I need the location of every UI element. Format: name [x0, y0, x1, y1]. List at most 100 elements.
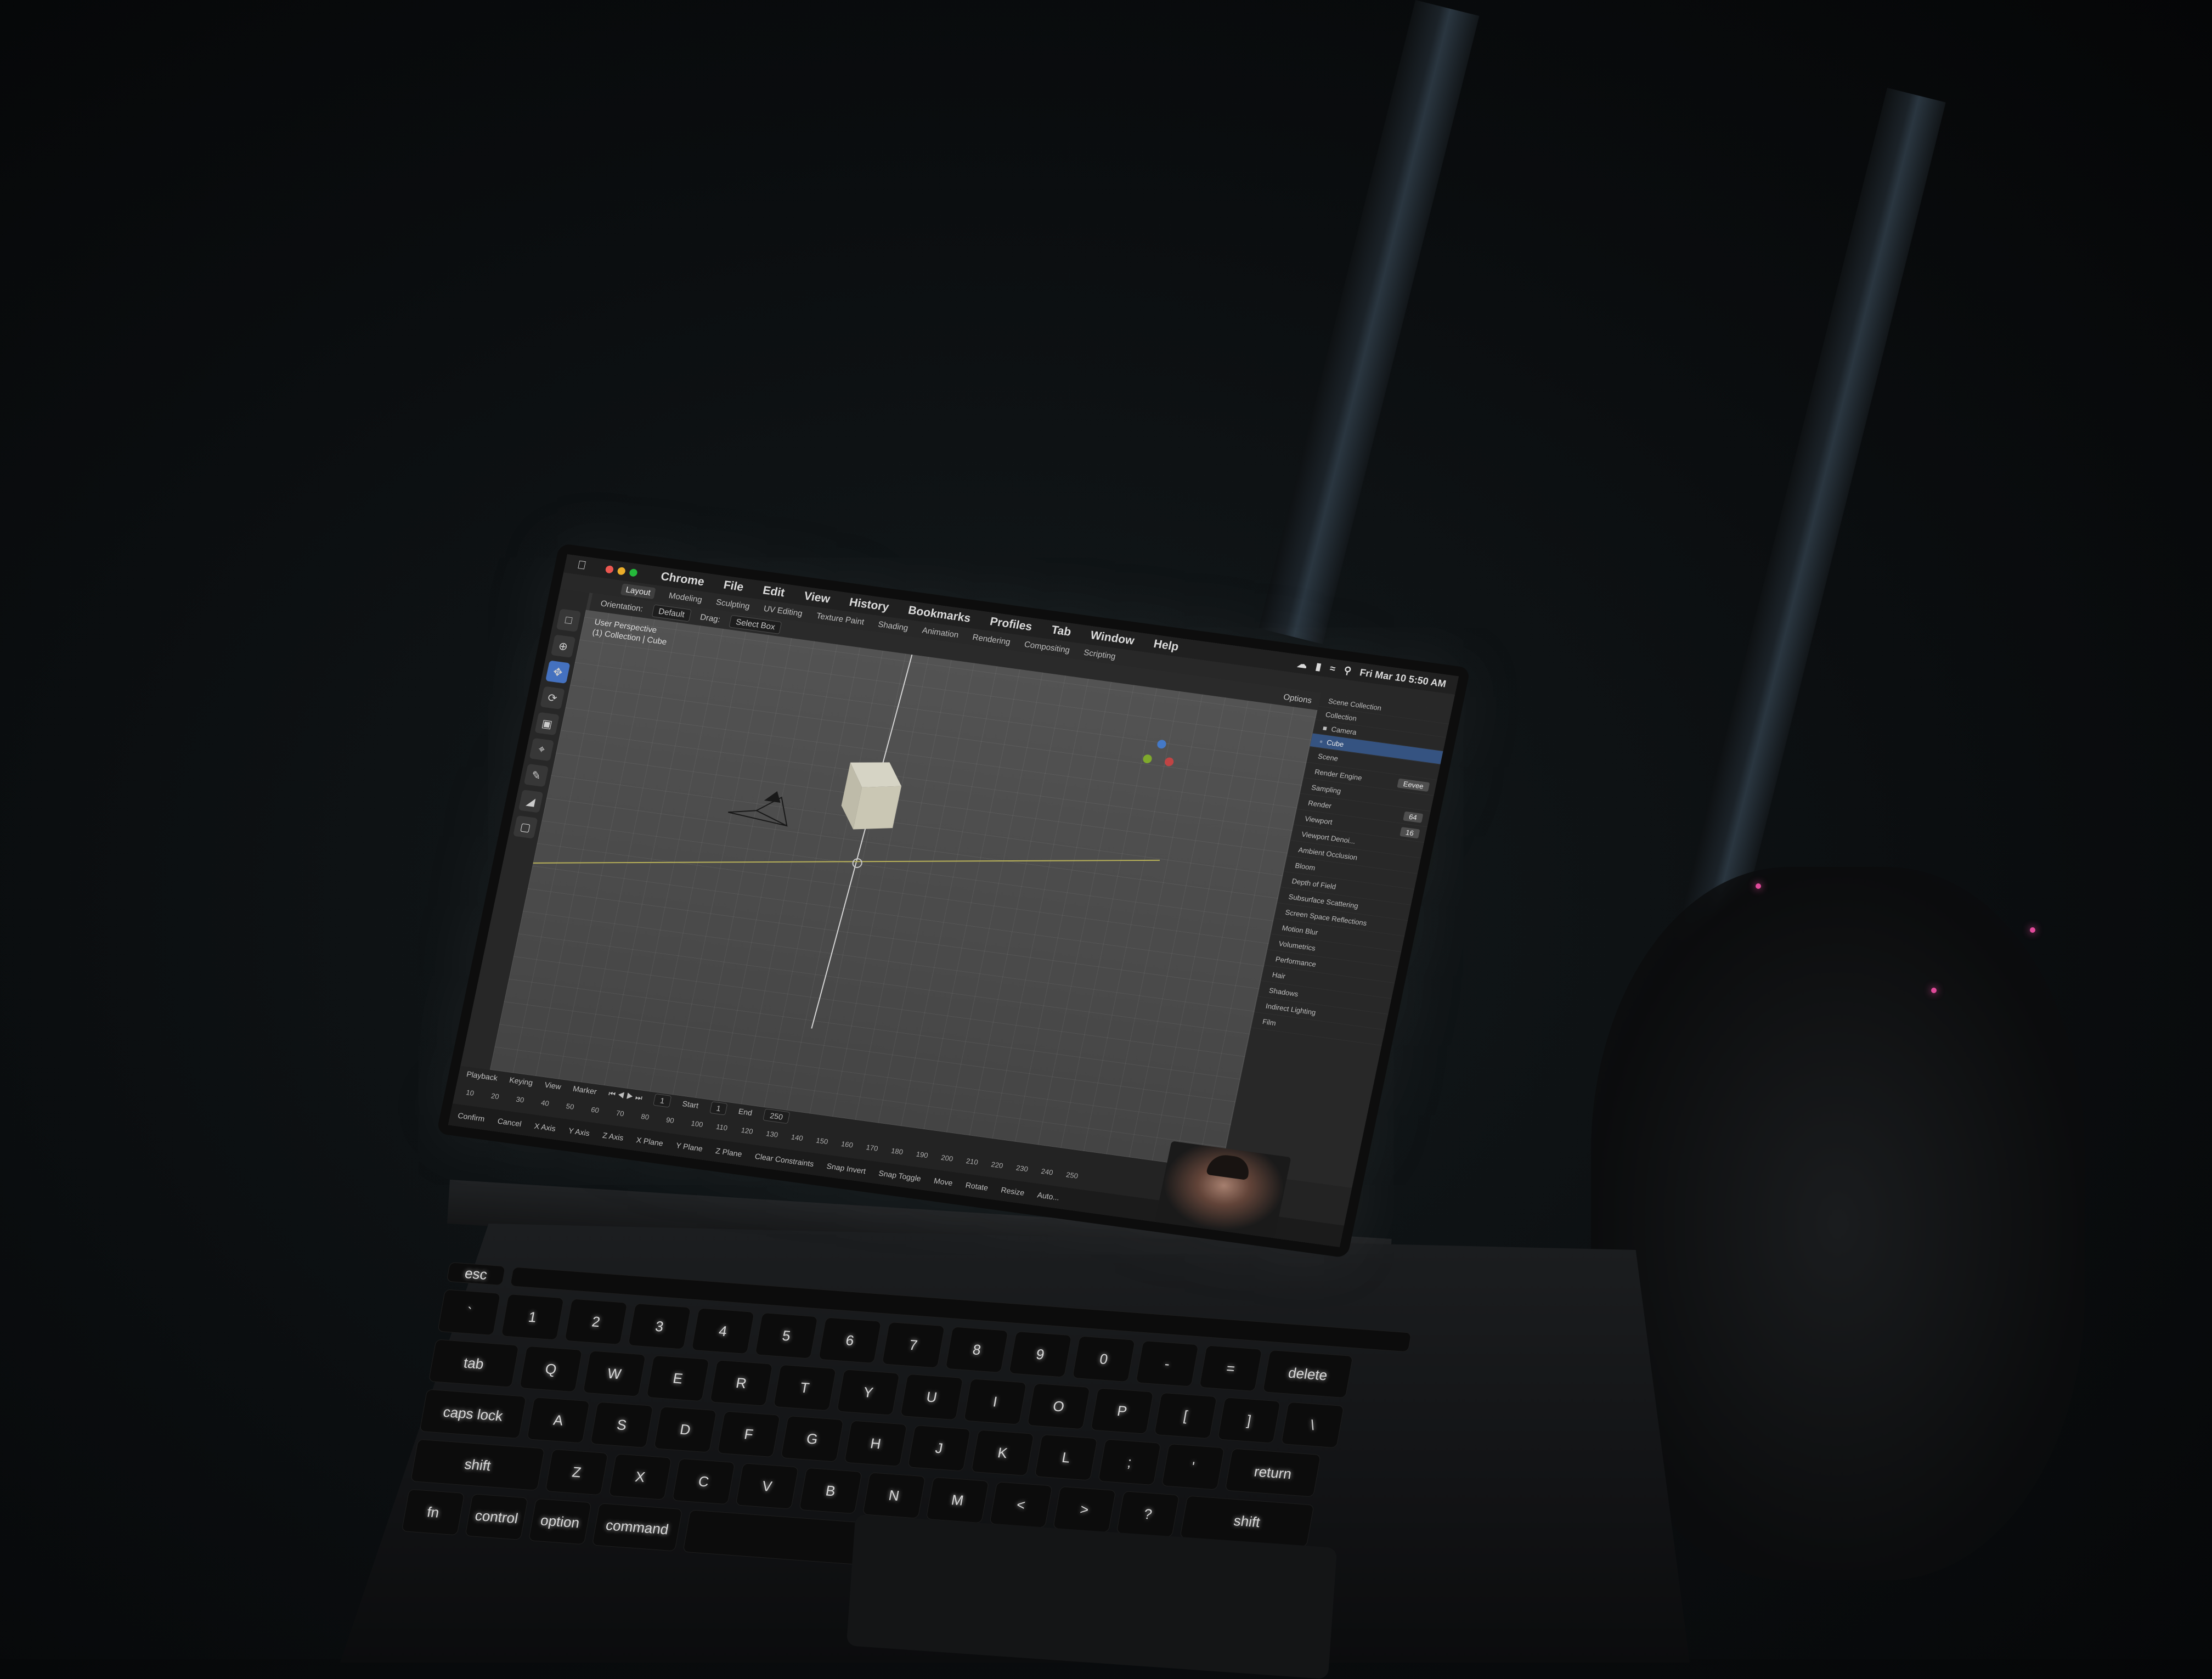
key[interactable]: -: [1135, 1340, 1199, 1387]
key-esc[interactable]: esc: [446, 1262, 506, 1286]
menu-window[interactable]: Window: [1089, 629, 1135, 647]
tab-scripting[interactable]: Scripting: [1083, 647, 1116, 661]
key[interactable]: P: [1090, 1388, 1154, 1434]
battery-icon[interactable]: ▮: [1314, 661, 1323, 673]
key-command-left[interactable]: command: [591, 1503, 683, 1552]
key[interactable]: L: [1034, 1434, 1098, 1481]
add-cube-tool-icon[interactable]: ▢: [513, 815, 538, 839]
menu-help[interactable]: Help: [1152, 638, 1180, 654]
key[interactable]: 9: [1008, 1331, 1073, 1378]
navigation-gizmo-icon[interactable]: [1142, 738, 1178, 767]
measure-tool-icon[interactable]: ◢: [518, 790, 544, 813]
tab-rendering[interactable]: Rendering: [972, 632, 1011, 646]
webcam-overlay[interactable]: [1154, 1141, 1291, 1238]
key[interactable]: J: [907, 1424, 971, 1472]
options-button[interactable]: Options: [1283, 692, 1313, 705]
key[interactable]: [: [1154, 1392, 1217, 1439]
key[interactable]: B: [799, 1467, 862, 1514]
wifi-icon[interactable]: ≈: [1329, 662, 1336, 674]
key[interactable]: V: [735, 1463, 799, 1509]
key[interactable]: U: [900, 1373, 964, 1421]
key-control[interactable]: control: [465, 1494, 528, 1540]
camera-object[interactable]: [727, 785, 793, 827]
timeline-menu-keying[interactable]: Keying: [509, 1075, 534, 1088]
key[interactable]: M: [926, 1477, 990, 1524]
start-frame-field[interactable]: 1: [709, 1101, 728, 1115]
tab-layout[interactable]: Layout: [620, 583, 656, 599]
tab-compositing[interactable]: Compositing: [1024, 639, 1071, 655]
3d-viewport[interactable]: User Perspective (1) Collection | Cube: [489, 610, 1318, 1170]
key[interactable]: A: [526, 1396, 590, 1444]
key[interactable]: H: [844, 1420, 907, 1467]
key-delete[interactable]: delete: [1262, 1349, 1353, 1399]
key[interactable]: =: [1199, 1345, 1263, 1392]
tab-uv-editing[interactable]: UV Editing: [763, 604, 804, 618]
tab-animation[interactable]: Animation: [921, 626, 960, 640]
key[interactable]: 4: [691, 1308, 755, 1355]
key[interactable]: ?: [1116, 1491, 1180, 1537]
rotate-tool-icon[interactable]: ⟳: [540, 686, 565, 710]
scale-tool-icon[interactable]: ▣: [534, 712, 560, 736]
viewport-samples-field[interactable]: 16: [1399, 826, 1420, 838]
zoom-window-button[interactable]: [628, 568, 638, 577]
key-tab[interactable]: tab: [428, 1339, 520, 1388]
timeline-menu-view[interactable]: View: [544, 1080, 562, 1091]
play-controls-icon[interactable]: ⏮ ◀ ▶ ⏭: [608, 1089, 644, 1102]
key[interactable]: T: [773, 1364, 837, 1411]
key[interactable]: 5: [754, 1312, 819, 1359]
key[interactable]: F: [716, 1411, 781, 1458]
key[interactable]: 3: [628, 1303, 691, 1350]
tab-sculpting[interactable]: Sculpting: [715, 597, 751, 611]
key[interactable]: R: [709, 1360, 774, 1406]
orientation-dropdown[interactable]: Default: [651, 604, 692, 622]
minimize-window-button[interactable]: [617, 566, 626, 576]
key[interactable]: Z: [545, 1449, 609, 1496]
key-fn[interactable]: fn: [401, 1489, 465, 1536]
key[interactable]: ;: [1098, 1439, 1161, 1486]
key[interactable]: 1: [500, 1293, 565, 1340]
menu-history[interactable]: History: [848, 596, 890, 614]
key[interactable]: <: [989, 1481, 1053, 1528]
key[interactable]: I: [963, 1378, 1027, 1425]
key[interactable]: K: [970, 1429, 1035, 1477]
key[interactable]: 7: [882, 1321, 945, 1368]
move-tool-icon[interactable]: ✥: [545, 660, 571, 684]
menu-view[interactable]: View: [803, 590, 831, 606]
render-engine-dropdown[interactable]: Eevee: [1397, 778, 1430, 792]
cloud-icon[interactable]: ☁: [1296, 658, 1308, 671]
key-option-left[interactable]: option: [528, 1498, 592, 1545]
apple-icon[interactable]: : [576, 559, 587, 573]
cube-object[interactable]: [837, 757, 906, 835]
key[interactable]: C: [672, 1458, 736, 1505]
search-icon[interactable]: ⚲: [1343, 664, 1352, 677]
key[interactable]: 2: [564, 1298, 628, 1345]
key[interactable]: D: [653, 1406, 717, 1453]
close-window-button[interactable]: [605, 565, 614, 574]
key-caps-lock[interactable]: caps lock: [419, 1389, 527, 1439]
key[interactable]: Q: [519, 1345, 583, 1393]
render-samples-field[interactable]: 64: [1402, 811, 1424, 823]
key[interactable]: G: [780, 1415, 844, 1462]
key[interactable]: W: [583, 1350, 646, 1397]
key[interactable]: O: [1026, 1383, 1091, 1430]
menu-file[interactable]: File: [723, 579, 745, 594]
key[interactable]: N: [862, 1472, 926, 1519]
key[interactable]: 0: [1072, 1336, 1136, 1383]
key[interactable]: `: [437, 1289, 501, 1336]
key[interactable]: \: [1280, 1401, 1345, 1449]
menu-profiles[interactable]: Profiles: [989, 615, 1033, 634]
key[interactable]: Y: [836, 1369, 900, 1416]
key[interactable]: 8: [945, 1326, 1009, 1373]
current-frame-field[interactable]: 1: [653, 1094, 672, 1108]
timeline-menu-marker[interactable]: Marker: [572, 1084, 597, 1096]
tab-shading[interactable]: Shading: [877, 619, 909, 633]
key[interactable]: X: [608, 1453, 672, 1500]
timeline-menu-playback[interactable]: Playback: [466, 1069, 499, 1082]
key[interactable]: E: [646, 1355, 710, 1402]
menu-chrome[interactable]: Chrome: [659, 570, 706, 589]
annotate-tool-icon[interactable]: ✎: [523, 763, 549, 787]
key-shift-left[interactable]: shift: [410, 1439, 545, 1491]
menu-edit[interactable]: Edit: [761, 584, 786, 600]
cursor-tool-icon[interactable]: ⊕: [550, 634, 576, 658]
key[interactable]: ': [1161, 1443, 1225, 1490]
